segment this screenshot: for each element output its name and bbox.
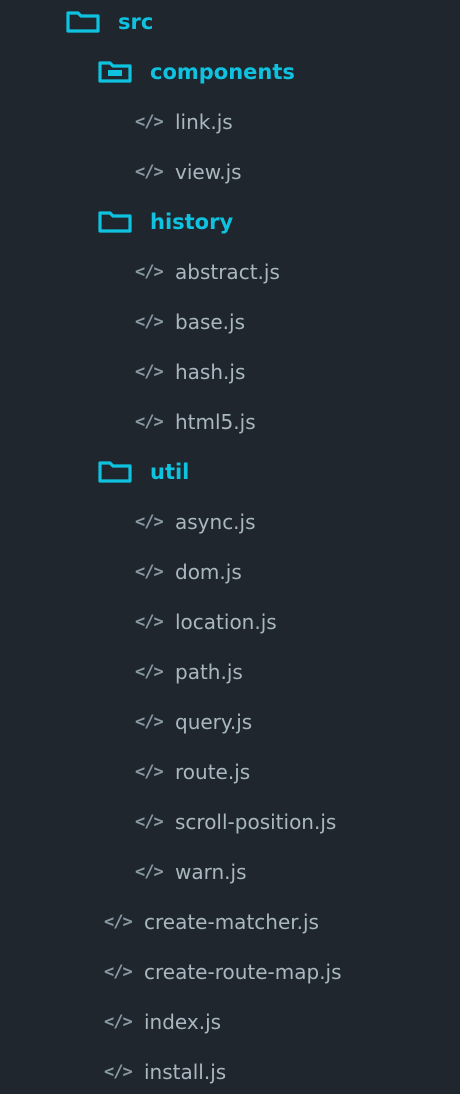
code-file-icon: </> [135,412,164,432]
code-file-icon: </> [135,262,164,282]
code-file-icon: </> [135,562,164,582]
code-file-icon: </> [135,612,164,632]
folder-outline-icon [66,11,100,33]
file-row-dom-js[interactable]: </> dom.js [0,552,460,592]
file-name: warn.js [175,860,247,884]
file-row-link-js[interactable]: </> link.js [0,102,460,142]
file-name: html5.js [175,410,256,434]
file-name: create-matcher.js [144,910,319,934]
folder-name: util [150,460,190,484]
file-name: view.js [175,160,242,184]
code-file-icon: </> [135,512,164,532]
file-row-path-js[interactable]: </> path.js [0,652,460,692]
code-file-icon: </> [104,1012,133,1032]
file-row-location-js[interactable]: </> location.js [0,602,460,642]
file-row-route-js[interactable]: </> route.js [0,752,460,792]
code-file-icon: </> [135,362,164,382]
file-row-create-route-map-js[interactable]: </> create-route-map.js [0,952,460,992]
file-name: async.js [175,510,256,534]
file-name: query.js [175,710,253,734]
file-name: path.js [175,660,243,684]
file-name: abstract.js [175,260,280,284]
file-row-async-js[interactable]: </> async.js [0,502,460,542]
folder-outline-icon [98,461,132,483]
file-name: create-route-map.js [144,960,342,984]
file-row-index-js[interactable]: </> index.js [0,1002,460,1042]
file-row-hash-js[interactable]: </> hash.js [0,352,460,392]
code-file-icon: </> [135,312,164,332]
code-file-icon: </> [104,912,133,932]
file-name: index.js [144,1010,222,1034]
code-file-icon: </> [135,662,164,682]
folder-filled-icon [98,61,132,83]
code-file-icon: </> [104,962,133,982]
file-name: install.js [144,1060,227,1084]
folder-outline-icon [98,211,132,233]
folder-name: components [150,60,295,84]
code-file-icon: </> [135,812,164,832]
file-name: base.js [175,310,246,334]
file-name: dom.js [175,560,242,584]
code-file-icon: </> [135,112,164,132]
file-row-abstract-js[interactable]: </> abstract.js [0,252,460,292]
code-file-icon: </> [135,862,164,882]
folder-name: src [118,10,154,34]
code-file-icon: </> [135,162,164,182]
folder-row-components[interactable]: components [0,52,460,92]
code-file-icon: </> [135,712,164,732]
file-row-html5-js[interactable]: </> html5.js [0,402,460,442]
file-row-install-js[interactable]: </> install.js [0,1052,460,1092]
file-row-view-js[interactable]: </> view.js [0,152,460,192]
file-name: link.js [175,110,233,134]
folder-row-history[interactable]: history [0,202,460,242]
folder-row-src[interactable]: src [0,2,460,42]
file-name: hash.js [175,360,246,384]
file-row-base-js[interactable]: </> base.js [0,302,460,342]
file-tree: src components </> link.js </> view.js history… [0,0,460,1094]
file-name: scroll-position.js [175,810,337,834]
code-file-icon: </> [135,762,164,782]
file-row-query-js[interactable]: </> query.js [0,702,460,742]
folder-name: history [150,210,234,234]
file-name: location.js [175,610,277,634]
file-name: route.js [175,760,251,784]
code-file-icon: </> [104,1062,133,1082]
file-row-warn-js[interactable]: </> warn.js [0,852,460,892]
folder-row-util[interactable]: util [0,452,460,492]
file-row-create-matcher-js[interactable]: </> create-matcher.js [0,902,460,942]
file-row-scroll-position-js[interactable]: </> scroll-position.js [0,802,460,842]
